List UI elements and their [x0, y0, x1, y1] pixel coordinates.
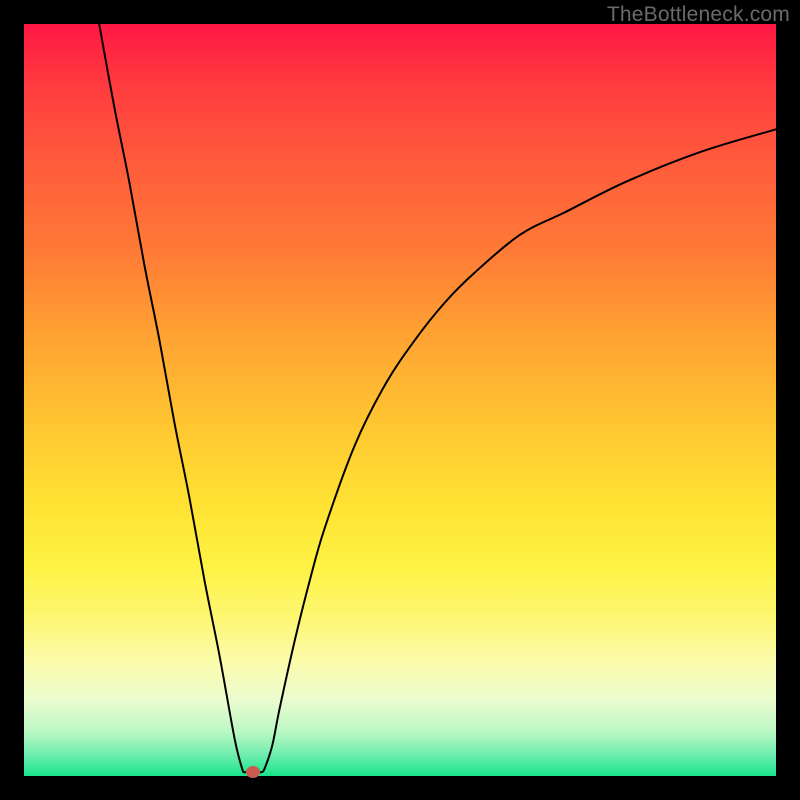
chart-frame: TheBottleneck.com	[0, 0, 800, 800]
plot-area	[24, 24, 776, 776]
bottleneck-curve	[24, 24, 776, 776]
curve-minimum-marker	[246, 766, 260, 778]
